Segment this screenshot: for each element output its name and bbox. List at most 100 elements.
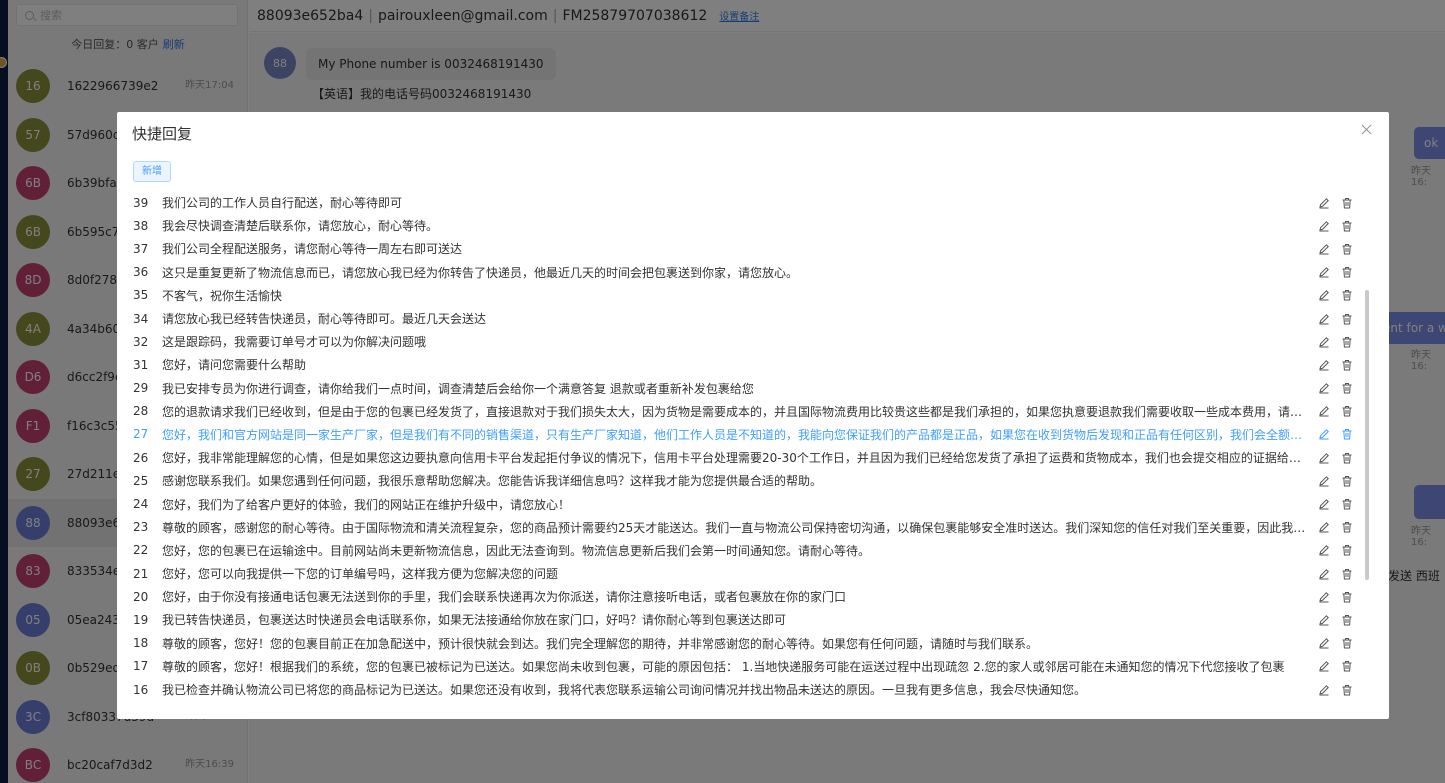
row-actions [1317,404,1363,418]
delete-icon[interactable] [1340,474,1354,488]
delete-icon[interactable] [1340,543,1354,557]
edit-icon[interactable] [1317,335,1331,349]
quick-reply-row[interactable]: 20 您好，由于你没有接通电话包裹无法送到你的手里，我们会联系快递再次为你派送，请… [133,585,1363,608]
delete-icon[interactable] [1340,404,1354,418]
quick-reply-row[interactable]: 31 您好，请问您需要什么帮助 [133,353,1363,376]
delete-icon[interactable] [1340,590,1354,604]
edit-icon[interactable] [1317,590,1331,604]
quick-reply-row[interactable]: 17 尊敬的顾客，您好！根据我们的系统，您的包裹已被标记为已送达。如果您尚未收到包… [133,655,1363,678]
delete-icon[interactable] [1340,613,1354,627]
delete-icon[interactable] [1340,636,1354,650]
reply-text[interactable]: 尊敬的顾客，感谢您的耐心等待。由于国际物流和清关流程复杂，您的商品预计需要约25… [162,519,1309,536]
quick-reply-row[interactable]: 27 您好，我们和官方网站是同一家生产厂家，但是我们有不同的销售渠道，只有生产厂家… [133,423,1363,446]
reply-text[interactable]: 我已检查并确认物流公司已将您的商品标记为已送达。如果您还没有收到，我将代表您联系… [162,681,1309,698]
reply-text[interactable]: 这只是重复更新了物流信息而已，请您放心我已经为你转告了快递员，他最近几天的时间会… [162,264,1309,281]
quick-reply-row[interactable]: 26 您好，我非常能理解您的心情，但是如果您这边要执意向信用卡平台发起拒付争议的情… [133,446,1363,469]
quick-reply-row[interactable]: 23 尊敬的顾客，感谢您的耐心等待。由于国际物流和清关流程复杂，您的商品预计需要约… [133,516,1363,539]
delete-icon[interactable] [1340,219,1354,233]
reply-text[interactable]: 请您放心我已经转告快递员，耐心等待即可。最近几天会送达 [162,310,1309,327]
edit-icon[interactable] [1317,567,1331,581]
delete-icon[interactable] [1340,312,1354,326]
reply-text[interactable]: 我们公司全程配送服务，请您耐心等待一周左右即可送达 [162,240,1309,257]
delete-icon[interactable] [1340,427,1354,441]
edit-icon[interactable] [1317,520,1331,534]
reply-text[interactable]: 我会尽快调查清楚后联系你，请您放心，耐心等待。 [162,217,1309,234]
edit-icon[interactable] [1317,358,1331,372]
reply-number: 21 [133,566,149,581]
quick-reply-row[interactable]: 29 我已安排专员为你进行调查，请你给我们一点时间，调查清楚后会给你一个满意答复 … [133,377,1363,400]
quick-reply-row[interactable]: 19 我已转告快递员，包裹送达时快递员会电话联系你，如果无法接通给你放在家门口，好… [133,608,1363,631]
dialog-title: 快捷回复 [132,125,193,143]
quick-reply-row[interactable]: 22 您好，您的包裹已在运输途中。目前网站尚未更新物流信息，因此无法查询到。物流信… [133,539,1363,562]
edit-icon[interactable] [1317,288,1331,302]
edit-icon[interactable] [1317,219,1331,233]
delete-icon[interactable] [1340,358,1354,372]
edit-icon[interactable] [1317,613,1331,627]
edit-icon[interactable] [1317,474,1331,488]
edit-icon[interactable] [1317,451,1331,465]
reply-text[interactable]: 您好，请问您需要什么帮助 [162,356,1309,373]
edit-icon[interactable] [1317,404,1331,418]
reply-text[interactable]: 我已安排专员为你进行调查，请你给我们一点时间，调查清楚后会给你一个满意答复 退款… [162,380,1309,397]
reply-text[interactable]: 您好，我非常能理解您的心情，但是如果您这边要执意向信用卡平台发起拒付争议的情况下… [162,449,1309,466]
delete-icon[interactable] [1340,288,1354,302]
quick-reply-row[interactable]: 25 感谢您联系我们。如果您遇到任何问题，我很乐意帮助您解决。您能告诉我详细信息吗… [133,469,1363,492]
quick-reply-row[interactable]: 24 您好，我们为了给客户更好的体验，我们的网站正在维护升级中，请您放心！ [133,492,1363,515]
quick-reply-row[interactable]: 18 尊敬的顾客，您好！您的包裹目前正在加急配送中，预计很快就会到达。我们完全理解… [133,632,1363,655]
reply-text[interactable]: 尊敬的顾客，您好！您的包裹目前正在加急配送中，预计很快就会到达。我们完全理解您的… [162,635,1309,652]
reply-text[interactable]: 尊敬的顾客，您好！根据我们的系统，您的包裹已被标记为已送达。如果您尚未收到包裹，… [162,658,1309,675]
close-icon[interactable] [1359,122,1375,138]
row-actions [1317,636,1363,650]
edit-icon[interactable] [1317,312,1331,326]
reply-text[interactable]: 您的退款请求我们已经收到，但是由于您的包裹已经发货了，直接退款对于我们损失太大，… [162,403,1309,420]
reply-text[interactable]: 您好，由于你没有接通电话包裹无法送到你的手里，我们会联系快递再次为你派送，请你注… [162,588,1309,605]
reply-text[interactable]: 这是跟踪码，我需要订单号才可以为你解决问题哦 [162,333,1309,350]
reply-text[interactable]: 感谢您联系我们。如果您遇到任何问题，我很乐意帮助您解决。您能告诉我详细信息吗？这… [162,472,1309,489]
reply-text[interactable]: 我已转告快递员，包裹送达时快递员会电话联系你，如果无法接通给你放在家门口，好吗？… [162,611,1309,628]
reply-number: 26 [133,450,149,465]
delete-icon[interactable] [1340,497,1354,511]
reply-text[interactable]: 您好，我们为了给客户更好的体验，我们的网站正在维护升级中，请您放心！ [162,496,1309,513]
reply-text[interactable]: 您好，您的包裹已在运输途中。目前网站尚未更新物流信息，因此无法查询到。物流信息更… [162,542,1309,559]
quick-reply-row[interactable]: 32 这是跟踪码，我需要订单号才可以为你解决问题哦 [133,330,1363,353]
edit-icon[interactable] [1317,242,1331,256]
reply-text[interactable]: 您好，我们和官方网站是同一家生产厂家，但是我们有不同的销售渠道，只有生产厂家知道… [162,426,1309,443]
edit-icon[interactable] [1317,543,1331,557]
quick-reply-row[interactable]: 34 请您放心我已经转告快递员，耐心等待即可。最近几天会送达 [133,307,1363,330]
delete-icon[interactable] [1340,242,1354,256]
delete-icon[interactable] [1340,520,1354,534]
quick-reply-row[interactable]: 35 不客气，祝你生活愉快 [133,284,1363,307]
reply-number: 18 [133,636,149,651]
edit-icon[interactable] [1317,683,1331,697]
quick-reply-row[interactable]: 28 您的退款请求我们已经收到，但是由于您的包裹已经发货了，直接退款对于我们损失太… [133,400,1363,423]
delete-icon[interactable] [1340,196,1354,210]
quick-reply-row[interactable]: 36 这只是重复更新了物流信息而已，请您放心我已经为你转告了快递员，他最近几天的时… [133,261,1363,284]
reply-text[interactable]: 不客气，祝你生活愉快 [162,287,1309,304]
delete-icon[interactable] [1340,451,1354,465]
edit-icon[interactable] [1317,427,1331,441]
delete-icon[interactable] [1340,567,1354,581]
delete-icon[interactable] [1340,381,1354,395]
edit-icon[interactable] [1317,636,1331,650]
scrollbar-thumb[interactable] [1365,290,1369,580]
delete-icon[interactable] [1340,335,1354,349]
quick-reply-row[interactable]: 16 我已检查并确认物流公司已将您的商品标记为已送达。如果您还没有收到，我将代表您… [133,678,1363,701]
row-actions [1317,242,1363,256]
row-actions [1317,590,1363,604]
reply-text[interactable]: 我们公司的工作人员自行配送，耐心等待即可 [162,194,1309,211]
delete-icon[interactable] [1340,265,1354,279]
quick-reply-row[interactable]: 21 您好，您可以向我提供一下您的订单编号吗，这样我方便为您解决您的问题 [133,562,1363,585]
quick-reply-row[interactable]: 38 我会尽快调查清楚后联系你，请您放心，耐心等待。 [133,214,1363,237]
edit-icon[interactable] [1317,659,1331,673]
add-reply-button[interactable]: 新增 [133,161,171,182]
delete-icon[interactable] [1340,659,1354,673]
delete-icon[interactable] [1340,683,1354,697]
quick-reply-row[interactable]: 37 我们公司全程配送服务，请您耐心等待一周左右即可送达 [133,237,1363,260]
reply-text[interactable]: 您好，您可以向我提供一下您的订单编号吗，这样我方便为您解决您的问题 [162,565,1309,582]
quick-reply-row[interactable]: 39 我们公司的工作人员自行配送，耐心等待即可 [133,191,1363,214]
edit-icon[interactable] [1317,265,1331,279]
row-actions [1317,312,1363,326]
edit-icon[interactable] [1317,196,1331,210]
edit-icon[interactable] [1317,381,1331,395]
edit-icon[interactable] [1317,497,1331,511]
